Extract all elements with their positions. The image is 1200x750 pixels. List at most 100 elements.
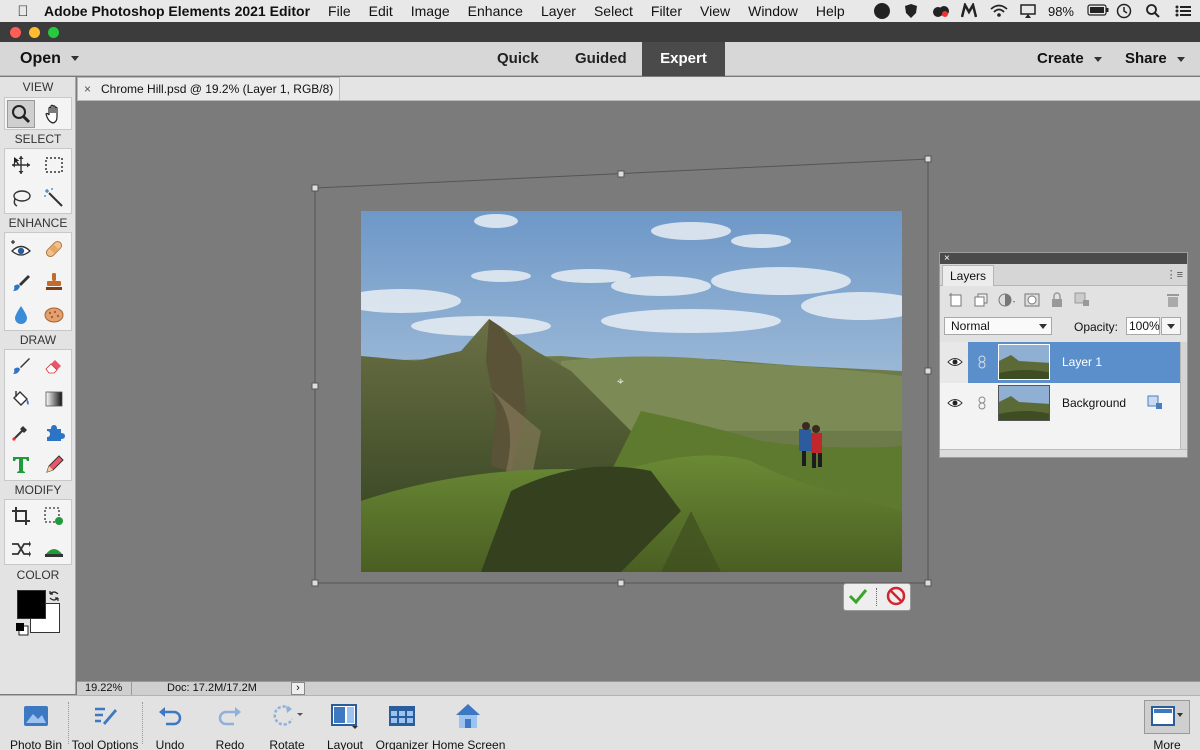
gradient-tool[interactable] (40, 385, 68, 413)
tab-quick[interactable]: Quick (479, 42, 557, 76)
menu-layer[interactable]: Layer (541, 3, 576, 19)
layers-scrollbar[interactable] (1180, 342, 1187, 449)
mail-m-icon[interactable] (960, 1, 978, 19)
eyedropper-tool[interactable] (7, 418, 35, 446)
photo-bin-button[interactable]: Photo Bin (5, 700, 67, 750)
status-check-icon[interactable] (873, 3, 890, 19)
lock-transparency-icon[interactable] (1074, 292, 1090, 311)
layer-row-background[interactable]: Background (940, 383, 1180, 424)
clock-icon[interactable] (1116, 3, 1132, 19)
zoom-tool[interactable] (7, 100, 35, 128)
spotlight-search-icon[interactable] (1145, 3, 1161, 19)
custom-shape-tool[interactable] (40, 418, 68, 446)
straighten-tool[interactable] (40, 535, 68, 563)
paint-bucket-tool[interactable] (7, 385, 35, 413)
menu-help[interactable]: Help (816, 3, 845, 19)
type-tool[interactable] (7, 451, 35, 479)
layer-mask-icon[interactable] (1024, 292, 1040, 311)
menu-select[interactable]: Select (594, 3, 633, 19)
pencil-tool[interactable] (40, 451, 68, 479)
lock-all-icon[interactable] (1050, 292, 1064, 311)
share-button[interactable]: Share (1125, 50, 1185, 67)
rectangular-marquee-tool[interactable] (40, 151, 68, 179)
rotate-button[interactable]: Rotate (265, 700, 309, 750)
undo-button[interactable]: Undo (148, 700, 192, 750)
adjustment-layer-icon[interactable] (997, 292, 1017, 311)
swap-colors-icon[interactable] (48, 590, 60, 605)
layer-lock-icon[interactable] (1147, 395, 1163, 414)
photo-layer-chrome-hill[interactable] (361, 211, 902, 572)
zoom-level[interactable]: 19.22% (85, 682, 122, 695)
close-window-button[interactable] (10, 27, 21, 38)
organizer-button[interactable]: Organizer (375, 700, 429, 750)
hand-tool[interactable] (40, 100, 68, 128)
new-layer-icon[interactable] (948, 292, 964, 311)
sponge-tool[interactable] (40, 301, 68, 329)
cancel-prohibited-icon[interactable] (886, 586, 906, 609)
more-button[interactable]: More (1144, 700, 1190, 750)
menu-file[interactable]: File (328, 3, 351, 19)
foreground-color-swatch[interactable] (17, 590, 46, 619)
brush-tool[interactable] (7, 352, 35, 380)
apple-icon[interactable]:  (8, 3, 38, 20)
status-menu-arrow-icon[interactable]: › (291, 682, 305, 695)
redo-button[interactable]: Redo (208, 700, 252, 750)
eraser-icon (45, 360, 61, 374)
blur-tool[interactable] (7, 301, 35, 329)
panel-menu-icon[interactable]: ⋮≡ (1166, 268, 1183, 281)
tab-guided[interactable]: Guided (557, 42, 645, 76)
blend-mode-select[interactable]: Normal (944, 317, 1052, 335)
smart-brush-tool[interactable] (7, 268, 35, 296)
content-aware-move-tool[interactable] (7, 535, 35, 563)
battery-percent[interactable]: 98% (1048, 4, 1074, 19)
wifi-icon[interactable] (990, 3, 1008, 19)
tab-layers[interactable]: Layers (942, 265, 995, 286)
menu-edit[interactable]: Edit (369, 3, 393, 19)
delete-layer-icon[interactable] (1166, 292, 1180, 311)
menu-image[interactable]: Image (411, 3, 450, 19)
close-document-icon[interactable]: × (84, 82, 91, 96)
default-colors-icon[interactable] (15, 622, 29, 639)
battery-icon[interactable] (1087, 3, 1109, 19)
control-center-icon[interactable] (1174, 3, 1191, 19)
new-group-icon[interactable] (973, 292, 989, 311)
layer-link-toggle[interactable] (970, 383, 994, 424)
open-button[interactable]: Open (20, 50, 79, 68)
red-eye-tool[interactable] (7, 235, 35, 263)
create-button[interactable]: Create (1037, 50, 1102, 67)
tab-expert[interactable]: Expert (642, 42, 725, 76)
crop-tool[interactable] (7, 502, 35, 530)
opacity-slider-button[interactable] (1161, 317, 1181, 335)
shield-icon[interactable] (903, 3, 919, 19)
layer-name[interactable]: Background (1062, 396, 1126, 410)
layout-button[interactable]: Layout (322, 700, 368, 750)
menu-view[interactable]: View (700, 3, 730, 19)
commit-check-icon[interactable] (848, 587, 868, 608)
zoom-window-button[interactable] (48, 27, 59, 38)
layer-name[interactable]: Layer 1 (1062, 355, 1102, 369)
home-screen-button[interactable]: Home Screen (432, 700, 505, 750)
menu-window[interactable]: Window (748, 3, 798, 19)
opacity-input[interactable]: 100% (1126, 317, 1160, 335)
minimize-window-button[interactable] (29, 27, 40, 38)
layer-link-toggle[interactable] (970, 342, 994, 383)
layers-resize-handle[interactable] (940, 449, 1187, 457)
creative-cloud-icon[interactable] (932, 3, 949, 19)
tool-options-button[interactable]: Tool Options (70, 700, 140, 750)
eraser-tool[interactable] (40, 352, 68, 380)
clone-stamp-tool[interactable] (40, 268, 68, 296)
visibility-toggle[interactable] (940, 342, 968, 383)
layer-row-layer-1[interactable]: Layer 1 (940, 342, 1180, 383)
layers-panel-close[interactable]: × (940, 253, 1187, 264)
magic-wand-tool[interactable] (40, 184, 68, 212)
lasso-tool[interactable] (7, 184, 35, 212)
airplay-icon[interactable] (1019, 3, 1036, 19)
document-tab[interactable]: × Chrome Hill.psd @ 19.2% (Layer 1, RGB/8… (77, 77, 340, 118)
app-name-menu[interactable]: Adobe Photoshop Elements 2021 Editor (44, 3, 310, 19)
menu-enhance[interactable]: Enhance (468, 3, 523, 19)
recompose-tool[interactable] (40, 502, 68, 530)
spot-healing-brush-tool[interactable] (40, 235, 68, 263)
visibility-toggle[interactable] (940, 383, 968, 424)
move-tool[interactable] (7, 151, 35, 179)
menu-filter[interactable]: Filter (651, 3, 682, 19)
